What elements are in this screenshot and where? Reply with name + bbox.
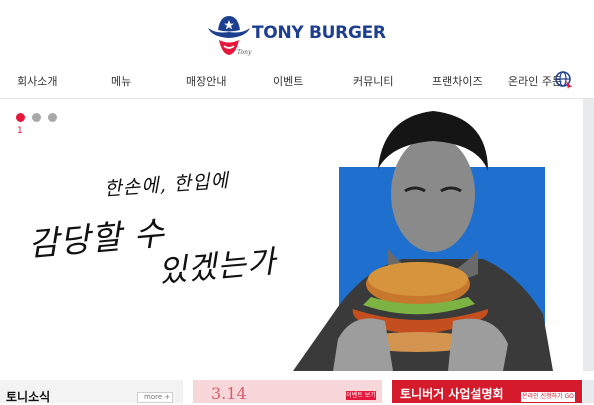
brand-name: TONY BURGER (252, 23, 386, 43)
cowboy-hat-logo-icon: Tony (208, 16, 252, 56)
hero-banner[interactable]: 1 한손에, 한입에 감당할 수 있겠는가 (0, 99, 594, 371)
nav-item-menu[interactable]: 메뉴 (111, 73, 131, 89)
slide-number: 1 (17, 126, 23, 136)
nav-item-community[interactable]: 커뮤니티 (353, 73, 393, 89)
hero-model-image (293, 111, 553, 371)
bottom-panels: 토니소식 more + 3.14 이벤트 보기 토니버거 사업설명회 온라인 신… (0, 380, 594, 404)
globe-cursor-icon[interactable] (555, 71, 573, 89)
bottom-right-strip (583, 380, 594, 403)
nav-item-franchise[interactable]: 프랜차이즈 (432, 73, 483, 89)
brand-logo[interactable]: Tony TONY BURGER (206, 12, 386, 58)
briefing-apply-button[interactable]: 온라인 신청하기 GO (521, 392, 575, 402)
event-view-button[interactable]: 이벤트 보기 (346, 391, 376, 400)
news-panel: 토니소식 more + (0, 380, 183, 404)
nav-item-events[interactable]: 이벤트 (273, 73, 303, 89)
slide-dot-3[interactable] (48, 113, 57, 122)
nav-item-stores[interactable]: 매장안내 (186, 73, 226, 89)
next-slide-preview (583, 99, 594, 371)
main-nav: 회사소개 메뉴 매장안내 이벤트 커뮤니티 프랜차이즈 온라인 주문 (0, 64, 594, 98)
svg-text:Tony: Tony (237, 49, 252, 56)
briefing-banner[interactable]: 토니버거 사업설명회 온라인 신청하기 GO (392, 380, 582, 403)
hero-copy-line1: 한손에, 한입에 (103, 169, 230, 201)
hero-copy-line2: 감당할 수 (26, 213, 167, 264)
event-banner[interactable]: 3.14 이벤트 보기 (193, 380, 382, 403)
slide-dot-1[interactable] (16, 113, 25, 122)
news-title: 토니소식 (6, 390, 51, 404)
nav-item-online-order[interactable]: 온라인 주문 (508, 73, 562, 89)
event-date: 3.14 (211, 384, 247, 403)
hero-copy-line3: 있겠는가 (156, 243, 278, 291)
news-more-button[interactable]: more + (137, 392, 173, 403)
slide-dot-2[interactable] (32, 113, 41, 122)
briefing-title: 토니버거 사업설명회 (400, 387, 504, 401)
nav-item-company[interactable]: 회사소개 (17, 73, 57, 89)
